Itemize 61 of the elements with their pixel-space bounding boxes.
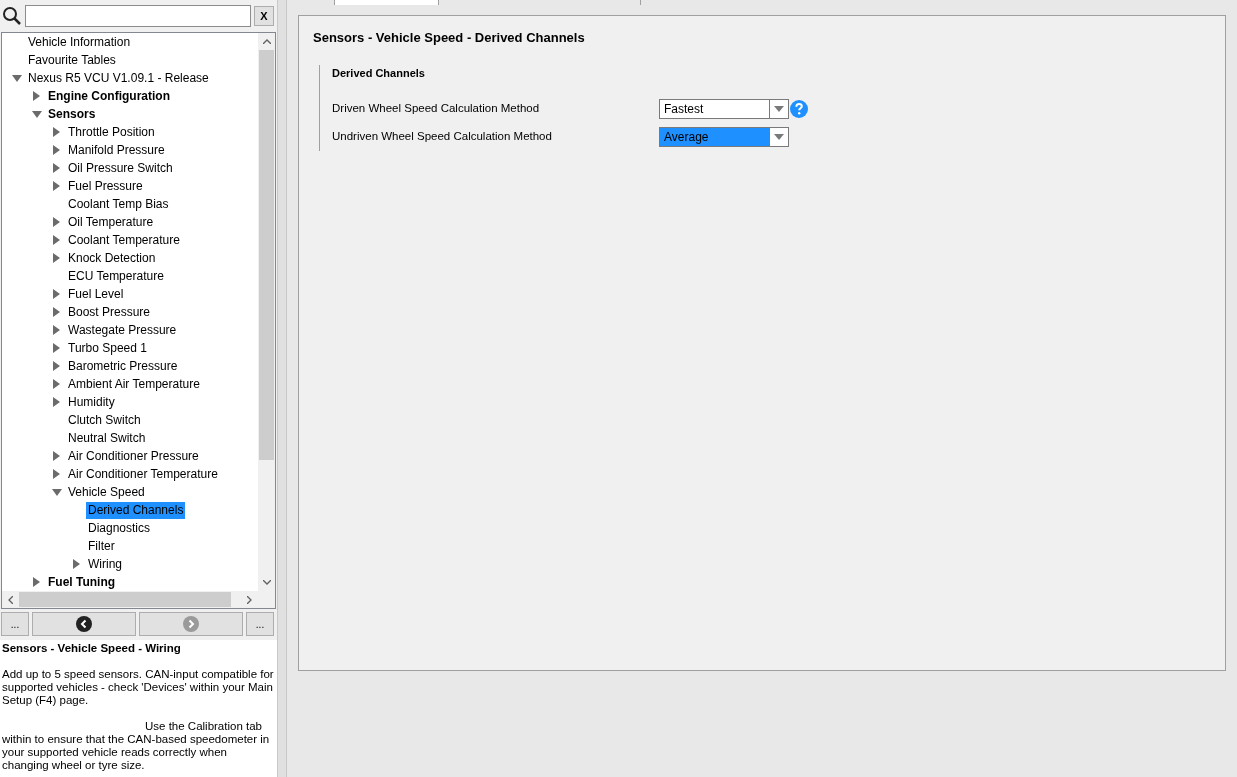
field-label: Driven Wheel Speed Calculation Method [332, 101, 541, 117]
tree-item[interactable]: Neutral Switch [66, 429, 148, 447]
help-icon[interactable] [790, 100, 808, 118]
scroll-left-icon[interactable] [8, 595, 13, 604]
tree-item[interactable]: Fuel Pressure [66, 177, 145, 195]
tree-item[interactable]: Barometric Pressure [66, 357, 180, 375]
tree-item[interactable]: Air Conditioner Pressure [66, 447, 201, 465]
dropdown[interactable]: Fastest [659, 99, 789, 119]
tree-item[interactable]: Fuel Tuning [46, 573, 118, 591]
tree-item[interactable]: Coolant Temperature [66, 231, 182, 249]
tree-item[interactable]: Clutch Switch [66, 411, 143, 429]
tree-item[interactable]: Vehicle Speed [66, 483, 147, 501]
more-button[interactable]: ... [246, 612, 274, 636]
search-field[interactable] [25, 5, 251, 27]
help-paragraph: Add up to 5 speed sensors. CAN-input compatible for supported vehicles - check 'Devices' within your Main Setup (F4) page. [2, 668, 275, 707]
tree-item[interactable]: Ambient Air Temperature [66, 375, 202, 393]
tree-item[interactable]: ECU Temperature [66, 267, 166, 285]
clear-search-button[interactable]: X [254, 6, 274, 26]
scroll-up-icon[interactable] [262, 39, 271, 44]
tree-item[interactable]: Boost Pressure [66, 303, 153, 321]
search-icon [2, 6, 22, 26]
tree-item[interactable]: Wiring [86, 555, 124, 573]
expand-arrow-icon[interactable] [33, 91, 40, 101]
tree-item[interactable]: Throttle Position [66, 123, 157, 141]
dropdown-arrow-icon [774, 134, 784, 140]
help-title: Sensors - Vehicle Speed - Wiring [2, 642, 182, 655]
tree-item[interactable]: Air Conditioner Temperature [66, 465, 220, 483]
tree-item[interactable]: Humidity [66, 393, 117, 411]
horizontal-scrollbar[interactable] [2, 591, 275, 608]
collapse-arrow-icon[interactable] [31, 110, 42, 118]
tree-item[interactable]: Oil Pressure Switch [66, 159, 175, 177]
tree-item[interactable]: Vehicle Information [26, 33, 133, 51]
tree-item[interactable]: Nexus R5 VCU V1.09.1 - Release [26, 69, 211, 87]
tree-item[interactable]: Coolant Temp Bias [66, 195, 171, 213]
dropdown-arrow-icon [774, 106, 784, 112]
vertical-scrollbar[interactable] [258, 33, 275, 591]
page-title: Sensors - Vehicle Speed - Derived Channels [313, 29, 586, 47]
tree-item[interactable]: Diagnostics [86, 519, 153, 537]
scroll-right-icon[interactable] [247, 595, 252, 604]
tree-item[interactable]: Oil Temperature [66, 213, 156, 231]
field-label: Undriven Wheel Speed Calculation Method [332, 129, 553, 145]
dropdown[interactable]: Average [659, 127, 789, 147]
tree-item[interactable]: Turbo Speed 1 [66, 339, 149, 357]
tree-item[interactable]: Fuel Level [66, 285, 126, 303]
group-title: Derived Channels [332, 65, 426, 81]
collapse-arrow-icon[interactable] [51, 488, 62, 496]
tree-item[interactable]: Derived Channels [86, 501, 186, 519]
tree-item[interactable]: Engine Configuration [46, 87, 172, 105]
back-button[interactable] [32, 612, 136, 636]
tree-item[interactable]: Wastegate Pressure [66, 321, 179, 339]
tree-item[interactable]: Filter [86, 537, 117, 555]
expand-arrow-icon[interactable] [73, 559, 80, 569]
more-button[interactable]: ... [1, 612, 29, 636]
tree-item[interactable]: Manifold Pressure [66, 141, 167, 159]
tree-item[interactable]: Sensors [46, 105, 98, 123]
help-paragraph: Use the Calibration tab within to ensure that the CAN-based speedometer in your supported vehicle reads correctly when changing wheel or tyre size. [2, 720, 271, 772]
tree-item[interactable]: Knock Detection [66, 249, 158, 267]
expand-arrow-icon[interactable] [33, 577, 40, 587]
collapse-arrow-icon[interactable] [11, 74, 22, 82]
scroll-down-icon[interactable] [262, 580, 271, 585]
tree-item[interactable]: Favourite Tables [26, 51, 118, 69]
